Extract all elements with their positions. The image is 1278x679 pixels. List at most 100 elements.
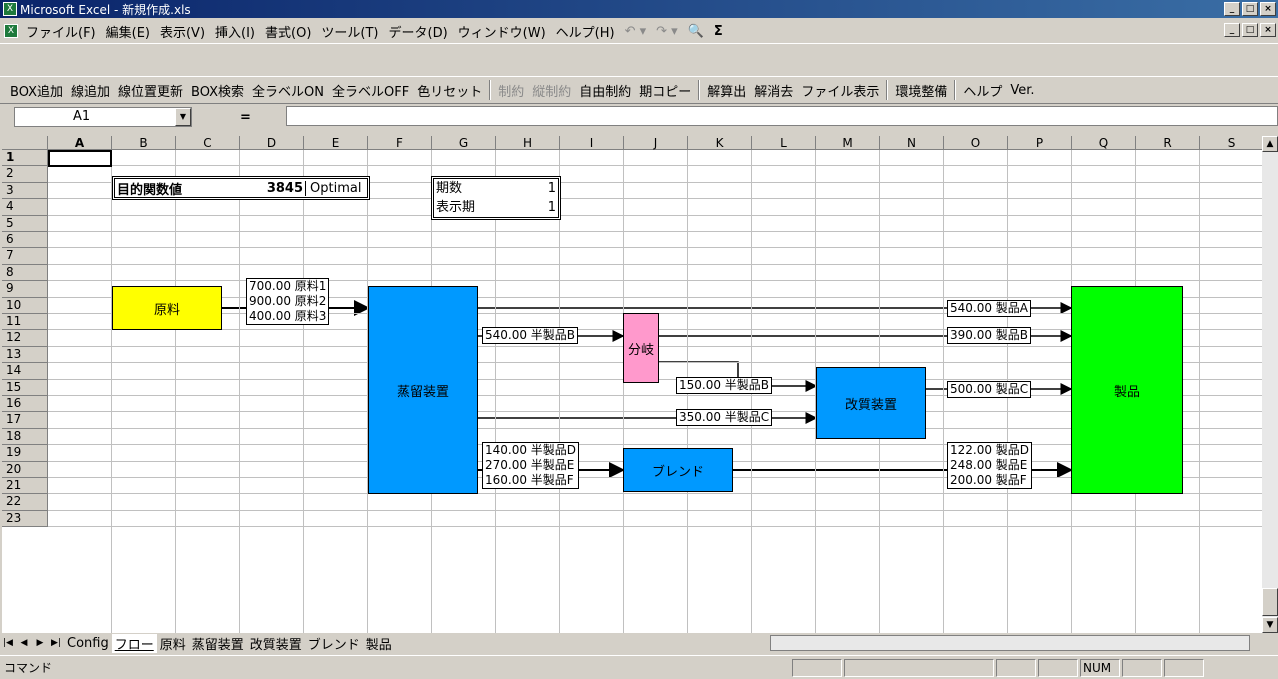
tab-distill[interactable]: 蒸留装置	[189, 634, 247, 653]
tab-reform[interactable]: 改質装置	[247, 634, 305, 653]
column-header[interactable]: J	[624, 136, 688, 150]
vertical-constraint-button[interactable]: 縦制約	[528, 81, 575, 100]
vertical-scrollbar[interactable]: ▲ ▼	[1262, 136, 1278, 633]
solve-button[interactable]: 解算出	[703, 81, 750, 100]
row-header[interactable]: 3	[2, 182, 48, 200]
all-labels-on-button[interactable]: 全ラベルON	[248, 81, 328, 100]
file-display-button[interactable]: ファイル表示	[797, 81, 883, 100]
row-header[interactable]: 7	[2, 248, 48, 265]
menu-insert[interactable]: 挿入(I)	[210, 22, 260, 41]
menu-file[interactable]: ファイル(F)	[21, 22, 101, 41]
column-header[interactable]: H	[496, 136, 560, 150]
column-header[interactable]: D	[240, 136, 304, 150]
all-labels-off-button[interactable]: 全ラベルOFF	[328, 81, 413, 100]
horizontal-scrollbar[interactable]	[770, 635, 1250, 651]
formula-equals-button[interactable]: =	[240, 110, 251, 125]
menu-window[interactable]: ウィンドウ(W)	[453, 22, 551, 41]
doc-restore-button[interactable]: □	[1242, 23, 1258, 37]
row-header[interactable]: 8	[2, 264, 48, 282]
chevron-down-icon[interactable]: ▼	[175, 108, 191, 126]
row-header[interactable]: 11	[2, 314, 48, 331]
version-button[interactable]: Ver.	[1006, 83, 1038, 98]
line-add-button[interactable]: 線追加	[67, 81, 114, 100]
close-button[interactable]: ×	[1260, 2, 1276, 16]
row-header[interactable]: 5	[2, 215, 48, 232]
minimize-button[interactable]: _	[1224, 2, 1240, 16]
select-all-corner[interactable]	[2, 136, 48, 150]
process-box-blend[interactable]: ブレンド	[623, 448, 733, 492]
row-header[interactable]: 15	[2, 379, 48, 396]
free-constraint-button[interactable]: 自由制約	[575, 81, 635, 100]
row-header[interactable]: 1	[2, 150, 48, 167]
tab-product[interactable]: 製品	[363, 634, 395, 653]
row-header[interactable]: 17	[2, 412, 48, 429]
column-header[interactable]: Q	[1072, 136, 1136, 150]
menu-format[interactable]: 書式(O)	[260, 22, 316, 41]
last-sheet-icon[interactable]: ▶|	[48, 635, 64, 651]
doc-close-button[interactable]: ×	[1260, 23, 1276, 37]
row-header[interactable]: 16	[2, 396, 48, 413]
menu-help[interactable]: ヘルプ(H)	[551, 22, 620, 41]
formula-input[interactable]	[286, 106, 1278, 126]
first-sheet-icon[interactable]: |◀	[0, 635, 16, 651]
row-header[interactable]: 12	[2, 330, 48, 347]
row-header[interactable]: 20	[2, 461, 48, 478]
row-header[interactable]: 6	[2, 232, 48, 249]
name-box[interactable]: A1 ▼	[14, 107, 192, 127]
column-header[interactable]: N	[880, 136, 944, 150]
maximize-button[interactable]: □	[1242, 2, 1258, 16]
environment-button[interactable]: 環境整備	[891, 81, 951, 100]
row-header[interactable]: 21	[2, 478, 48, 495]
doc-minimize-button[interactable]: _	[1224, 23, 1240, 37]
column-header[interactable]: A	[48, 136, 112, 150]
constraint-button[interactable]: 制約	[494, 81, 528, 100]
menu-view[interactable]: 表示(V)	[155, 22, 210, 41]
column-header[interactable]: I	[560, 136, 624, 150]
menu-data[interactable]: データ(D)	[384, 22, 453, 41]
row-header[interactable]: 14	[2, 363, 48, 380]
column-header[interactable]: R	[1136, 136, 1200, 150]
line-update-button[interactable]: 線位置更新	[114, 81, 187, 100]
column-header[interactable]: L	[752, 136, 816, 150]
tab-flow[interactable]: フロー	[111, 633, 157, 653]
process-box-product[interactable]: 製品	[1071, 286, 1183, 494]
column-header[interactable]: S	[1200, 136, 1262, 150]
menu-tools[interactable]: ツール(T)	[316, 22, 383, 41]
active-cell[interactable]	[48, 150, 112, 167]
row-header[interactable]: 4	[2, 199, 48, 216]
row-header[interactable]: 18	[2, 428, 48, 446]
scroll-thumb[interactable]	[1262, 588, 1278, 616]
column-header[interactable]: E	[304, 136, 368, 150]
tab-raw[interactable]: 原料	[157, 634, 189, 653]
column-header[interactable]: B	[112, 136, 176, 150]
column-header[interactable]: P	[1008, 136, 1072, 150]
column-header[interactable]: G	[432, 136, 496, 150]
next-sheet-icon[interactable]: ▶	[32, 635, 48, 651]
column-header[interactable]: C	[176, 136, 240, 150]
process-box-reform[interactable]: 改質装置	[816, 367, 926, 439]
menu-edit[interactable]: 編集(E)	[101, 22, 155, 41]
row-header[interactable]: 13	[2, 346, 48, 364]
worksheet-grid[interactable]: A B C D E F G H I J K L M N O P Q R S 1 2 3 4 5 6 7 8 9 10 11 12 13 14 15…	[2, 136, 1262, 633]
undo-icon[interactable]: ↶ ▾	[620, 24, 652, 39]
scroll-down-icon[interactable]: ▼	[1262, 617, 1278, 633]
row-header[interactable]: 22	[2, 494, 48, 511]
tab-config[interactable]: Config	[64, 636, 112, 651]
process-box-raw[interactable]: 原料	[112, 286, 222, 330]
row-header[interactable]: 9	[2, 281, 48, 298]
find-icon[interactable]: 🔍	[683, 24, 709, 39]
box-search-button[interactable]: BOX検索	[187, 81, 248, 100]
workbook-icon[interactable]: X	[4, 24, 18, 38]
clear-solution-button[interactable]: 解消去	[750, 81, 797, 100]
scroll-up-icon[interactable]: ▲	[1262, 136, 1278, 152]
row-header[interactable]: 23	[2, 510, 48, 528]
row-header[interactable]: 10	[2, 297, 48, 314]
redo-icon[interactable]: ↷ ▾	[651, 24, 683, 39]
prev-sheet-icon[interactable]: ◀	[16, 635, 32, 651]
column-header[interactable]: M	[816, 136, 880, 150]
color-reset-button[interactable]: 色リセット	[413, 81, 486, 100]
help-button[interactable]: ヘルプ	[959, 81, 1006, 100]
period-copy-button[interactable]: 期コピー	[635, 81, 695, 100]
process-box-distill[interactable]: 蒸留装置	[368, 286, 478, 494]
tab-blend[interactable]: ブレンド	[305, 634, 363, 653]
